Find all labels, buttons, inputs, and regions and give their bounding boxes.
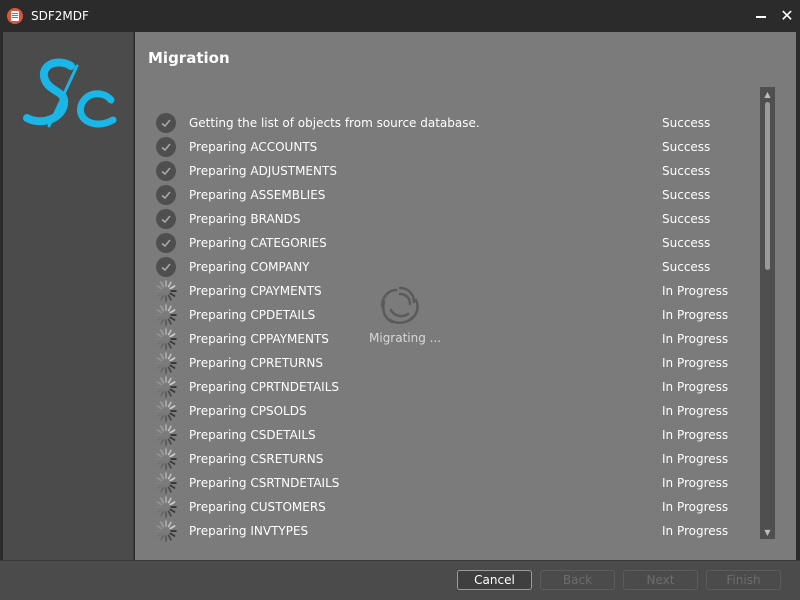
list-item: Preparing ADJUSTMENTS Success	[152, 159, 742, 183]
close-icon: ✕	[780, 6, 794, 25]
app-icon	[7, 8, 23, 24]
list-item-label: Preparing INVTYPES	[189, 524, 309, 538]
list-item-label: Preparing CPPAYMENTS	[189, 332, 329, 346]
list-item: Preparing ACCOUNTS Success	[152, 135, 742, 159]
list-item-label: Preparing CPSOLDS	[189, 404, 307, 418]
migration-list: Getting the list of objects from source …	[152, 87, 777, 542]
scroll-down-icon[interactable]: ▼	[760, 525, 775, 539]
cancel-button[interactable]: Cancel	[457, 570, 532, 590]
back-button[interactable]: Back	[540, 570, 615, 590]
list-item: Preparing ASSEMBLIES Success	[152, 183, 742, 207]
next-button[interactable]: Next	[623, 570, 698, 590]
list-item-status: In Progress	[662, 452, 729, 466]
list-item: Preparing COMPANY Success	[152, 255, 742, 279]
list-item-label: Preparing COMPANY	[189, 260, 310, 274]
list-item-status: In Progress	[662, 380, 729, 394]
list-item: Preparing CUSTOMERS In Progress	[152, 495, 742, 519]
list-item-label: Getting the list of objects from source …	[189, 116, 480, 130]
list-item-status: In Progress	[662, 308, 729, 322]
list-item: Preparing CSDETAILS In Progress	[152, 423, 742, 447]
list-item-status: In Progress	[662, 524, 729, 538]
list-item-label: Preparing ACCOUNTS	[189, 140, 318, 154]
list-item: Preparing CPPAYMENTS In Progress	[152, 327, 742, 351]
list-item-status: In Progress	[662, 284, 729, 298]
list-item: Preparing INVTYPES In Progress	[152, 519, 742, 543]
wizard-footer: Cancel Back Next Finish	[0, 560, 800, 600]
finish-button[interactable]: Finish	[706, 570, 781, 590]
list-item-label: Preparing CSRTNDETAILS	[189, 476, 340, 490]
list-item-label: Preparing CPAYMENTS	[189, 284, 322, 298]
loading-spinner-icon	[155, 472, 177, 494]
loading-spinner-icon	[155, 400, 177, 422]
list-item-status: In Progress	[662, 500, 729, 514]
list-item-status: In Progress	[662, 428, 729, 442]
check-icon	[155, 136, 177, 158]
check-icon	[155, 160, 177, 182]
check-icon	[155, 184, 177, 206]
page-title: Migration	[148, 49, 230, 67]
loading-spinner-icon	[155, 448, 177, 470]
list-item-status: Success	[662, 236, 711, 250]
list-item: Preparing CPRETURNS In Progress	[152, 351, 742, 375]
list-item-label: Preparing CPDETAILS	[189, 308, 316, 322]
busy-spinner-icon	[380, 286, 419, 324]
minimize-icon	[756, 16, 766, 18]
list-item: Preparing CSRETURNS In Progress	[152, 447, 742, 471]
list-item-label: Preparing CATEGORIES	[189, 236, 327, 250]
loading-spinner-icon	[155, 376, 177, 398]
close-button[interactable]: ✕	[774, 0, 800, 32]
list-item-label: Preparing ADJUSTMENTS	[189, 164, 337, 178]
list-item-status: Success	[662, 164, 711, 178]
vertical-scrollbar[interactable]: ▲ ▼	[760, 87, 775, 539]
window-controls: ✕	[748, 0, 800, 32]
list-item: Getting the list of objects from source …	[152, 111, 742, 135]
title-bar: SDF2MDF ✕	[0, 0, 800, 32]
list-item: Preparing CPSOLDS In Progress	[152, 399, 742, 423]
sidebar	[3, 32, 134, 560]
check-icon	[155, 232, 177, 254]
list-item-label: Preparing ASSEMBLIES	[189, 188, 326, 202]
list-item: Preparing CPRTNDETAILS In Progress	[152, 375, 742, 399]
list-item-status: Success	[662, 140, 711, 154]
loading-spinner-icon	[155, 280, 177, 302]
loading-spinner-icon	[155, 520, 177, 542]
list-item: Preparing CPAYMENTS In Progress	[152, 279, 742, 303]
check-icon	[155, 256, 177, 278]
loading-spinner-icon	[155, 352, 177, 374]
list-item-status: In Progress	[662, 332, 729, 346]
list-item-status: Success	[662, 260, 711, 274]
check-icon	[155, 208, 177, 230]
list-item-label: Preparing CSRETURNS	[189, 452, 324, 466]
window-title: SDF2MDF	[31, 9, 89, 23]
list-item-status: Success	[662, 188, 711, 202]
list-item-label: Preparing BRANDS	[189, 212, 301, 226]
main-panel: Migration Getting the list of objects fr…	[135, 32, 796, 560]
check-icon	[155, 112, 177, 134]
list-item-status: In Progress	[662, 356, 729, 370]
list-item: Preparing CATEGORIES Success	[152, 231, 742, 255]
list-item-status: In Progress	[662, 404, 729, 418]
loading-spinner-icon	[155, 424, 177, 446]
list-item-label: Preparing CPRTNDETAILS	[189, 380, 340, 394]
list-item-status: Success	[662, 212, 711, 226]
list-item-status: Success	[662, 116, 711, 130]
scroll-thumb[interactable]	[765, 102, 770, 270]
sc-logo	[23, 58, 117, 128]
list-item-label: Preparing CPRETURNS	[189, 356, 323, 370]
loading-spinner-icon	[155, 328, 177, 350]
loading-spinner-icon	[155, 304, 177, 326]
scroll-up-icon[interactable]: ▲	[760, 87, 775, 101]
busy-label: Migrating ...	[369, 331, 442, 345]
migrating-indicator: Migrating ...	[353, 284, 443, 346]
list-item: Preparing CPDETAILS In Progress	[152, 303, 742, 327]
loading-spinner-icon	[155, 496, 177, 518]
list-item-status: In Progress	[662, 476, 729, 490]
minimize-button[interactable]	[748, 0, 774, 32]
list-item-label: Preparing CSDETAILS	[189, 428, 316, 442]
list-item: Preparing CSRTNDETAILS In Progress	[152, 471, 742, 495]
list-item-label: Preparing CUSTOMERS	[189, 500, 326, 514]
list-item: Preparing BRANDS Success	[152, 207, 742, 231]
